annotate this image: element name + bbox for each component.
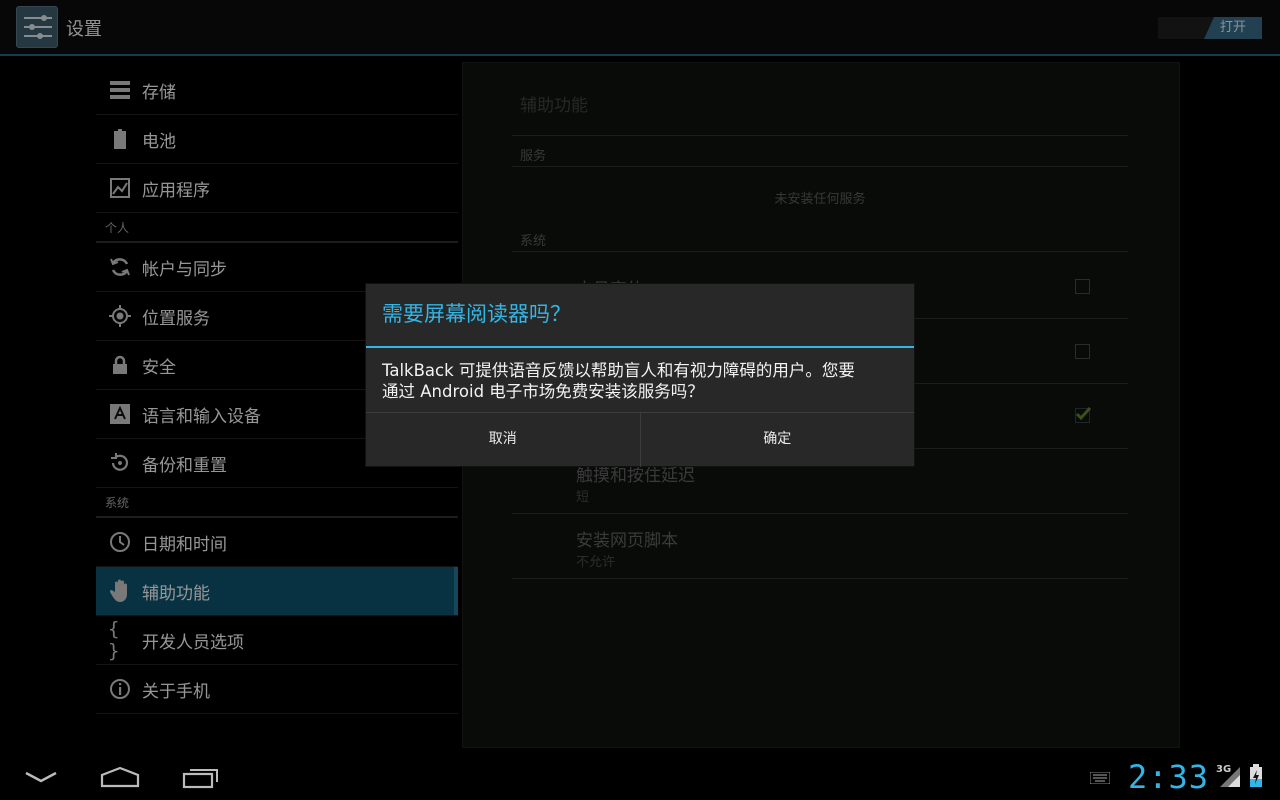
system-bar: 2:33 3G xyxy=(0,752,1280,800)
dialog-message-line1: TalkBack 可提供语音反馈以帮助盲人和有视力障碍的用户。您要 xyxy=(382,361,855,380)
dialog-message: TalkBack 可提供语音反馈以帮助盲人和有视力障碍的用户。您要 通过 And… xyxy=(366,348,914,412)
screen-reader-dialog: 需要屏幕阅读器吗？ TalkBack 可提供语音反馈以帮助盲人和有视力障碍的用户… xyxy=(366,284,914,467)
home-icon[interactable] xyxy=(100,766,140,788)
ok-button[interactable]: 确定 xyxy=(641,413,915,467)
clock[interactable]: 2:33 xyxy=(1128,758,1209,796)
dialog-title: 需要屏幕阅读器吗？ xyxy=(366,284,914,348)
dialog-message-line2: 通过 Android 电子市场免费安装该服务吗？ xyxy=(382,382,704,401)
dialog-buttons: 取消 确定 xyxy=(366,412,914,467)
back-icon[interactable] xyxy=(24,770,58,784)
keyboard-icon xyxy=(1090,772,1110,784)
signal-icon xyxy=(1220,767,1240,787)
battery-charging-icon xyxy=(1250,764,1262,787)
cancel-button[interactable]: 取消 xyxy=(366,413,641,467)
recent-apps-icon[interactable] xyxy=(182,767,220,789)
